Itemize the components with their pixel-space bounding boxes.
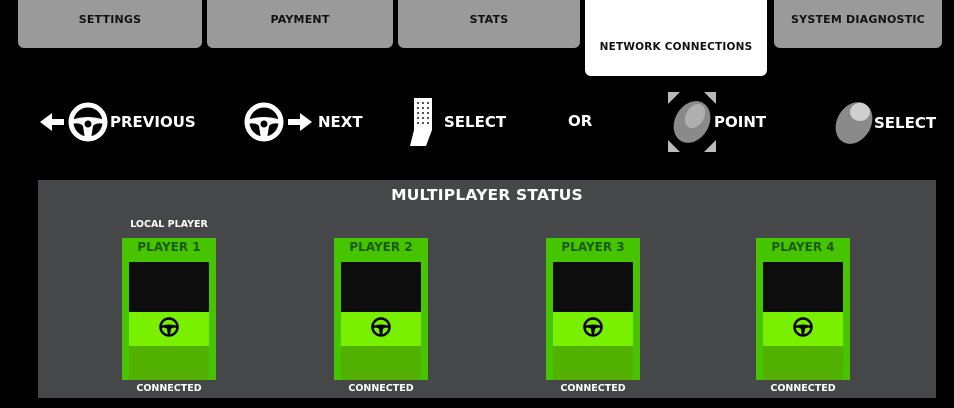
steering-wheel-icon <box>158 316 180 342</box>
local-player-label: LOCAL PLAYER <box>130 219 208 230</box>
connection-status: CONNECTED <box>770 383 836 394</box>
panel-title: MULTIPLAYER STATUS <box>391 186 583 204</box>
cabinet-frame: PLAYER 4 <box>756 238 850 380</box>
cabinet-seat <box>763 312 843 346</box>
player-name: PLAYER 2 <box>349 240 413 254</box>
tab-stats[interactable]: STATS <box>398 0 580 48</box>
tab-settings[interactable]: SETTINGS <box>18 0 202 48</box>
or-label: OR <box>568 112 593 130</box>
cabinet-screen <box>763 262 843 312</box>
cabinet-seat <box>553 312 633 346</box>
player-slot-2[interactable]: PLAYER 2 CONNECTED <box>334 238 428 394</box>
point-label: POINT <box>714 113 767 131</box>
player-slot-1[interactable]: LOCAL PLAYER PLAYER 1 CONNECTED <box>122 219 216 394</box>
cabinet-frame: PLAYER 3 <box>546 238 640 380</box>
point-hint[interactable]: POINT <box>668 92 766 152</box>
player-slot-4[interactable]: PLAYER 4 CONNECTED <box>756 238 850 394</box>
trackball-point-icon <box>668 92 716 152</box>
cabinet-seat <box>129 312 209 346</box>
steering-wheel-icon <box>582 316 604 342</box>
arrow-left-steering-wheel-icon <box>40 100 120 144</box>
cabinet-base <box>129 346 209 380</box>
tab-payment[interactable]: PAYMENT <box>207 0 393 48</box>
next-label: NEXT <box>318 113 363 131</box>
cabinet-screen <box>553 262 633 312</box>
player-slot-3[interactable]: PLAYER 3 CONNECTED <box>546 238 640 394</box>
steering-wheel-arrow-right-icon <box>244 100 316 144</box>
previous-hint[interactable]: PREVIOUS <box>40 100 196 144</box>
next-hint[interactable]: NEXT <box>244 100 363 144</box>
tab-network-connections[interactable]: NETWORK CONNECTIONS <box>585 0 767 76</box>
player-name: PLAYER 3 <box>561 240 625 254</box>
or-text: OR <box>568 112 592 130</box>
steering-wheel-icon <box>370 316 392 342</box>
connection-status: CONNECTED <box>560 383 626 394</box>
player-name: PLAYER 1 <box>137 240 201 254</box>
pedal-select-label: SELECT <box>444 113 507 131</box>
control-hints: PREVIOUS NEXT SELECT OR POINT SELECT <box>0 92 954 162</box>
cabinet-frame: PLAYER 2 <box>334 238 428 380</box>
multiplayer-status-panel: MULTIPLAYER STATUS LOCAL PLAYER PLAYER 1… <box>38 180 936 398</box>
cabinet-frame: PLAYER 1 <box>122 238 216 380</box>
tab-system-diagnostic[interactable]: SYSTEM DIAGNOSTIC <box>774 0 942 48</box>
pedal-icon <box>408 96 438 148</box>
cabinet-seat <box>341 312 421 346</box>
steering-wheel-icon <box>792 316 814 342</box>
cabinet-base <box>763 346 843 380</box>
cabinet-base <box>553 346 633 380</box>
trackball-select-label: SELECT <box>874 114 937 132</box>
connection-status: CONNECTED <box>136 383 202 394</box>
trackball-select-hint[interactable]: SELECT <box>830 96 936 150</box>
pedal-select-hint[interactable]: SELECT <box>408 96 506 148</box>
cabinet-screen <box>341 262 421 312</box>
tab-bar: SETTINGS PAYMENT STATS NETWORK CONNECTIO… <box>0 0 954 80</box>
connection-status: CONNECTED <box>348 383 414 394</box>
previous-label: PREVIOUS <box>110 113 196 131</box>
cabinet-screen <box>129 262 209 312</box>
cabinet-base <box>341 346 421 380</box>
player-name: PLAYER 4 <box>771 240 835 254</box>
trackball-select-icon <box>830 96 878 150</box>
